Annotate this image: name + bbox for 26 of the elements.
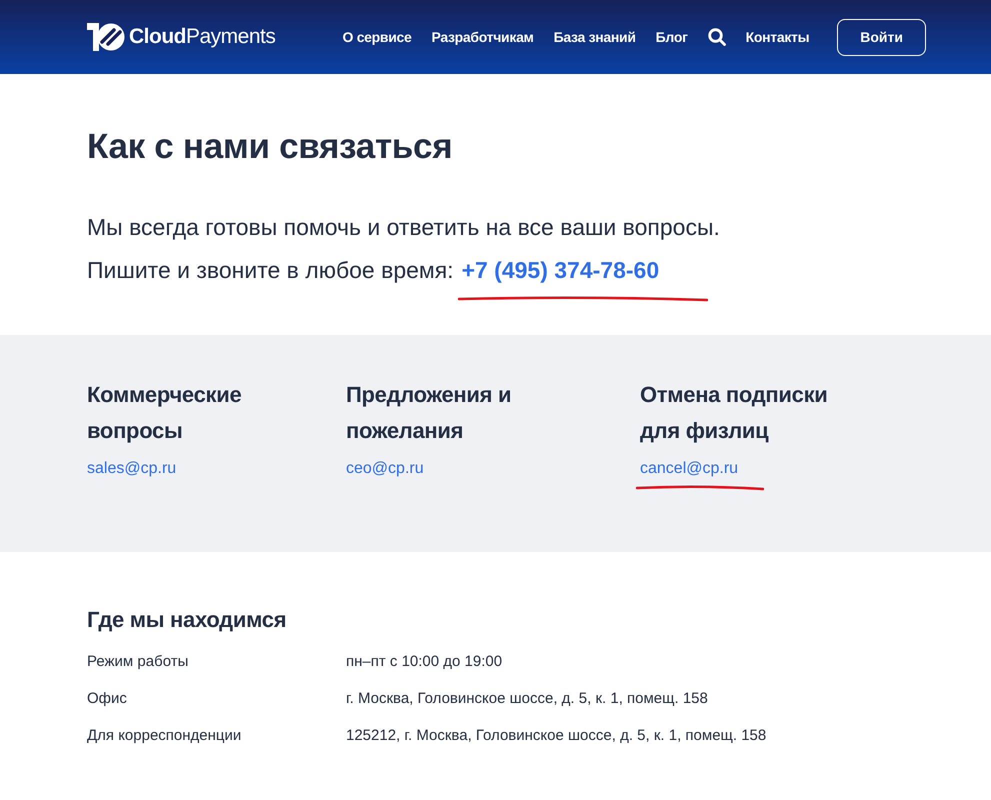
section-heading: Где мы находимся bbox=[87, 606, 288, 634]
email-link[interactable]: cancel@cp.ru bbox=[640, 457, 738, 481]
intro-text: Мы всегда готовы помочь и ответить на все ваши вопросы. bbox=[87, 213, 721, 242]
logo[interactable]: CloudPayments bbox=[129, 21, 276, 53]
nav-link[interactable]: Блог bbox=[656, 26, 688, 48]
contact-heading: Предложения и пожелания bbox=[346, 381, 512, 445]
search-icon[interactable] bbox=[708, 28, 726, 46]
intro-text: Пишите и звоните в любое время: bbox=[87, 256, 454, 285]
contact-heading: Отмена подписки для физлиц bbox=[640, 381, 829, 445]
nav-link[interactable]: Разработчикам bbox=[432, 26, 534, 48]
info-value: пн–пт с 10:00 до 19:00 bbox=[346, 652, 502, 672]
info-value: г. Москва, Головинское шоссе, д. 5, к. 1, помещ. 158 bbox=[346, 689, 708, 710]
info-label: Режим работы bbox=[87, 652, 190, 672]
logo-icon bbox=[87, 23, 125, 51]
nav-link[interactable]: База знаний bbox=[554, 26, 636, 48]
info-label: Офис bbox=[87, 689, 128, 710]
nav-link[interactable]: О сервисе bbox=[342, 26, 412, 48]
contact-heading: Коммерческие вопросы bbox=[87, 381, 242, 445]
info-label: Для корреспонденции bbox=[87, 726, 242, 746]
nav-link[interactable]: Контакты bbox=[746, 26, 810, 48]
login-button[interactable]: Войти bbox=[837, 18, 926, 56]
email-link[interactable]: sales@cp.ru bbox=[87, 457, 176, 481]
page-title: Как с нами связаться bbox=[87, 126, 454, 168]
email-link[interactable]: ceo@cp.ru bbox=[346, 457, 424, 481]
phone-link[interactable]: +7 (495) 374-78-60 bbox=[462, 249, 660, 292]
info-value: 125212, г. Москва, Головинское шоссе, д. 5, к. 1, помещ. 158 bbox=[346, 726, 766, 746]
